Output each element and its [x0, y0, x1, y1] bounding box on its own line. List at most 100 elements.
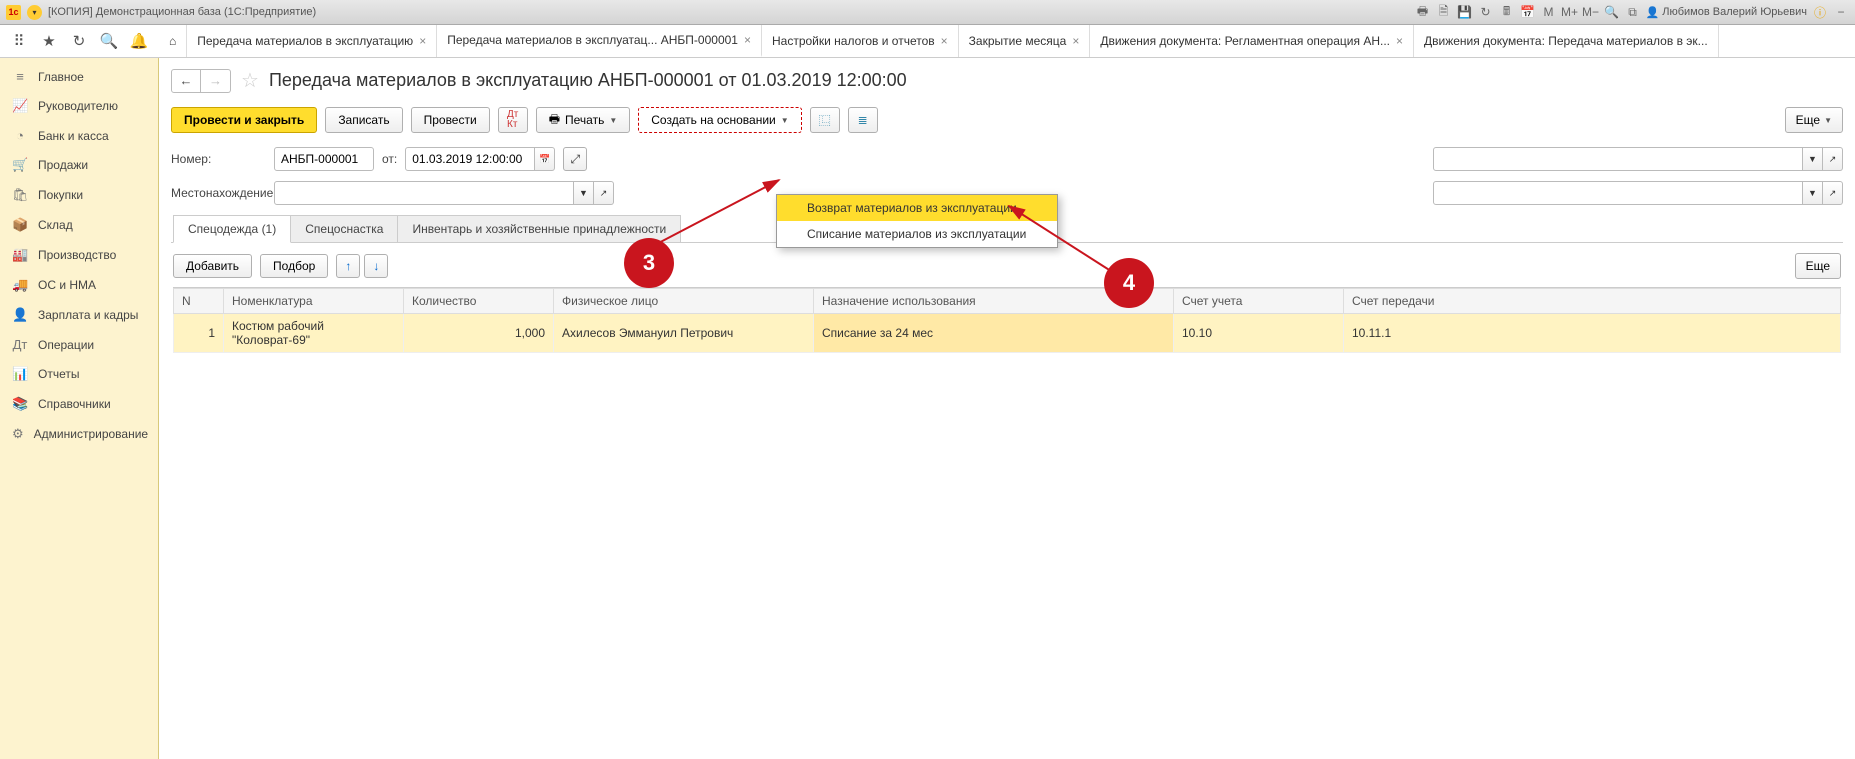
tab-item[interactable]: Движения документа: Регламентная операци…	[1090, 25, 1414, 57]
mplus-icon[interactable]: М+	[1562, 4, 1578, 20]
calendar-button[interactable]: 📅	[535, 147, 555, 171]
sidebar-item-bank[interactable]: ◔Банк и касса	[0, 121, 158, 150]
sidebar-item-main[interactable]: ≡Главное	[0, 62, 158, 91]
grid-more-button[interactable]: Еще	[1795, 253, 1841, 279]
sidebar-item-production[interactable]: 🏭Производство	[0, 240, 158, 270]
window-title: [КОПИЯ] Демонстрационная база (1С:Предпр…	[48, 6, 316, 18]
write-button[interactable]: Записать	[325, 107, 402, 133]
table-row[interactable]: 1 Костюм рабочий "Коловрат-69" 1,000 Ахи…	[174, 314, 1841, 353]
calendar-icon[interactable]: 📅	[1520, 4, 1536, 20]
preview-icon[interactable]: 🗎	[1436, 4, 1452, 20]
person-icon: 👤	[12, 307, 28, 323]
move-down-button[interactable]: ↓	[364, 254, 388, 278]
tab-home[interactable]: ⌂	[159, 25, 187, 57]
dt-kt-button[interactable]: ДтКт	[498, 107, 528, 133]
tab-item[interactable]: Закрытие месяца×	[959, 25, 1091, 57]
sidebar-item-sales[interactable]: 🛒Продажи	[0, 150, 158, 180]
search-icon[interactable]: 🔍	[100, 32, 118, 50]
col-nomenclature[interactable]: Номенклатура	[224, 289, 404, 314]
app-menu-button[interactable]: ▾	[27, 5, 42, 20]
post-and-close-button[interactable]: Провести и закрыть	[171, 107, 317, 133]
location-input[interactable]	[274, 181, 574, 205]
dropdown-button[interactable]: ▼	[574, 181, 594, 205]
close-icon[interactable]: ×	[419, 34, 426, 48]
favorites-icon[interactable]: ★	[40, 32, 58, 50]
m-icon[interactable]: М	[1541, 4, 1557, 20]
sidebar-item-operations[interactable]: ДтОперации	[0, 330, 158, 359]
tab-label: Настройки налогов и отчетов	[772, 34, 935, 48]
tab-item[interactable]: Движения документа: Передача материалов …	[1414, 25, 1719, 57]
org-input[interactable]	[1433, 147, 1803, 171]
sidebar-item-purchase[interactable]: 🛍Покупки	[0, 180, 158, 210]
menu-item-writeoff[interactable]: Списание материалов из эксплуатации	[777, 221, 1057, 247]
sidebar-item-warehouse[interactable]: 📦Склад	[0, 210, 158, 240]
sidebar-item-salary[interactable]: 👤Зарплата и кадры	[0, 300, 158, 330]
cell-quantity[interactable]: 1,000	[404, 314, 554, 353]
subtab-clothes[interactable]: Спецодежда (1)	[173, 215, 291, 243]
col-transfer-account[interactable]: Счет передачи	[1344, 289, 1841, 314]
number-input[interactable]	[274, 147, 374, 171]
close-icon[interactable]: ×	[1072, 34, 1079, 48]
create-based-button[interactable]: Создать на основании ▼	[638, 107, 801, 133]
col-quantity[interactable]: Количество	[404, 289, 554, 314]
date-input[interactable]	[405, 147, 535, 171]
cell-person[interactable]: Ахилесов Эммануил Петрович	[554, 314, 814, 353]
sidebar-item-reports[interactable]: 📊Отчеты	[0, 359, 158, 389]
apps-icon[interactable]: ⠿	[10, 32, 28, 50]
tab-item[interactable]: Настройки налогов и отчетов ×	[762, 25, 959, 57]
col-n[interactable]: N	[174, 289, 224, 314]
info-icon[interactable]: ⓘ	[1812, 4, 1828, 20]
pick-button[interactable]: Подбор	[260, 254, 328, 278]
minimize-icon[interactable]: −	[1833, 4, 1849, 20]
tab-item[interactable]: Передача материалов в эксплуатац... АНБП…	[437, 25, 762, 57]
close-icon[interactable]: ×	[744, 33, 751, 47]
expand-button[interactable]: ⤢	[563, 147, 587, 171]
cell-nomenclature[interactable]: Костюм рабочий "Коловрат-69"	[224, 314, 404, 353]
menu-icon: ≡	[12, 69, 28, 84]
col-account[interactable]: Счет учета	[1174, 289, 1344, 314]
nav-back-button[interactable]: ←	[171, 69, 201, 93]
history-icon[interactable]: ↻	[70, 32, 88, 50]
dropdown-button[interactable]: ▼	[1803, 181, 1823, 205]
sidebar-item-admin[interactable]: ⚙Администрирование	[0, 419, 158, 449]
cell-transfer-account[interactable]: 10.11.1	[1344, 314, 1841, 353]
zoom-icon[interactable]: 🔍	[1604, 4, 1620, 20]
more-button[interactable]: Еще▼	[1785, 107, 1843, 133]
cell-purpose[interactable]: Списание за 24 мес	[814, 314, 1174, 353]
cell-account[interactable]: 10.10	[1174, 314, 1344, 353]
close-icon[interactable]: ×	[941, 34, 948, 48]
sidebar-item-manager[interactable]: 📈Руководителю	[0, 91, 158, 121]
mminus-icon[interactable]: М−	[1583, 4, 1599, 20]
move-up-button[interactable]: ↑	[336, 254, 360, 278]
print-icon[interactable]: 🖶	[1415, 4, 1431, 20]
subtab-tooling[interactable]: Спецоснастка	[290, 215, 398, 242]
col-person[interactable]: Физическое лицо	[554, 289, 814, 314]
list-button[interactable]: ≣	[848, 107, 878, 133]
calc-icon[interactable]: 🖩	[1499, 4, 1515, 20]
open-button[interactable]: ↗	[1823, 181, 1843, 205]
close-icon[interactable]: ×	[1396, 34, 1403, 48]
refresh-icon[interactable]: ↻	[1478, 4, 1494, 20]
subtab-inventory[interactable]: Инвентарь и хозяйственные принадлежности	[397, 215, 681, 242]
sidebar-item-catalogs[interactable]: 📚Справочники	[0, 389, 158, 419]
dropdown-button[interactable]: ▼	[1803, 147, 1823, 171]
related-docs-button[interactable]: ⿺	[810, 107, 840, 133]
add-row-button[interactable]: Добавить	[173, 254, 252, 278]
warehouse-input[interactable]	[1433, 181, 1803, 205]
print-button[interactable]: 🖶Печать▼	[536, 107, 631, 133]
open-button[interactable]: ↗	[594, 181, 614, 205]
user-label[interactable]: 👤 Любимов Валерий Юрьевич	[1646, 6, 1807, 19]
window-icon[interactable]: ⧉	[1625, 4, 1641, 20]
favorite-icon[interactable]: ☆	[241, 68, 259, 93]
save-icon[interactable]: 💾	[1457, 4, 1473, 20]
cell-n[interactable]: 1	[174, 314, 224, 353]
annotation-marker-4: 4	[1104, 258, 1154, 308]
tab-item[interactable]: Передача материалов в эксплуатацию×	[187, 25, 437, 57]
sidebar-item-assets[interactable]: 🚚ОС и НМА	[0, 270, 158, 300]
post-button[interactable]: Провести	[411, 107, 490, 133]
titlebar: 1c ▾ [КОПИЯ] Демонстрационная база (1С:П…	[0, 0, 1855, 25]
open-button[interactable]: ↗	[1823, 147, 1843, 171]
nav-forward-button[interactable]: →	[201, 69, 231, 93]
menu-item-return[interactable]: Возврат материалов из эксплуатации	[777, 195, 1057, 221]
notifications-icon[interactable]: 🔔	[130, 32, 148, 50]
